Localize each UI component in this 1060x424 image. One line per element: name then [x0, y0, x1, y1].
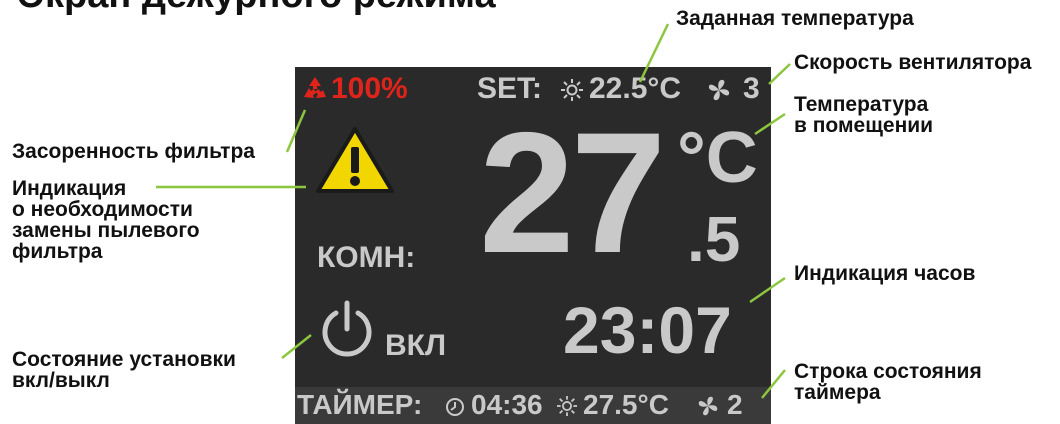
fan-icon — [698, 396, 718, 416]
clock: 23:07 — [563, 293, 732, 367]
fan-speed: 3 — [743, 72, 760, 105]
diagram-title: Экран дежурного режима — [18, 0, 496, 17]
power-state: ВКЛ — [385, 329, 447, 362]
room-temperature-unit: °C — [677, 118, 758, 198]
room-label: КОМН: — [317, 241, 416, 274]
timer-status-bar: ТАЙМЕР: 04:36 27.5°C 2 — [295, 387, 771, 424]
label-filter-warning: Индикация о необходимости замены пылевог… — [12, 177, 200, 263]
device-screen: 100% SET: 22.5°C 3 27 °C .5 КОМН: ВКЛ 23… — [295, 67, 771, 424]
sun-icon — [557, 396, 577, 416]
timer-temperature: 27.5°C — [583, 389, 669, 420]
label-timer-status: Строка состояния таймера — [794, 360, 982, 404]
timer-time: 04:36 — [471, 389, 543, 420]
power-icon — [322, 300, 372, 357]
recycle-icon — [304, 77, 326, 98]
label-room-temperature: Температура в помещении — [794, 93, 934, 137]
label-clock: Индикация часов — [794, 262, 976, 285]
room-temperature-integer: 27 — [479, 97, 666, 289]
leader-fan-speed — [768, 63, 791, 85]
warning-icon — [316, 127, 394, 193]
timer-label: ТАЙМЕР: — [297, 389, 423, 420]
room-temperature-decimal: .5 — [687, 203, 741, 275]
label-fan-speed: Скорость вентилятора — [794, 51, 1032, 74]
fan-icon — [708, 79, 730, 101]
filter-percent: 100% — [331, 72, 408, 105]
timer-fan-speed: 2 — [727, 389, 743, 420]
label-power-state: Состояние установки вкл/выкл — [12, 348, 236, 392]
clock-icon — [446, 398, 464, 416]
label-filter-clogging: Засоренность фильтра — [12, 140, 255, 163]
label-set-temperature: Заданная температура — [676, 7, 914, 30]
